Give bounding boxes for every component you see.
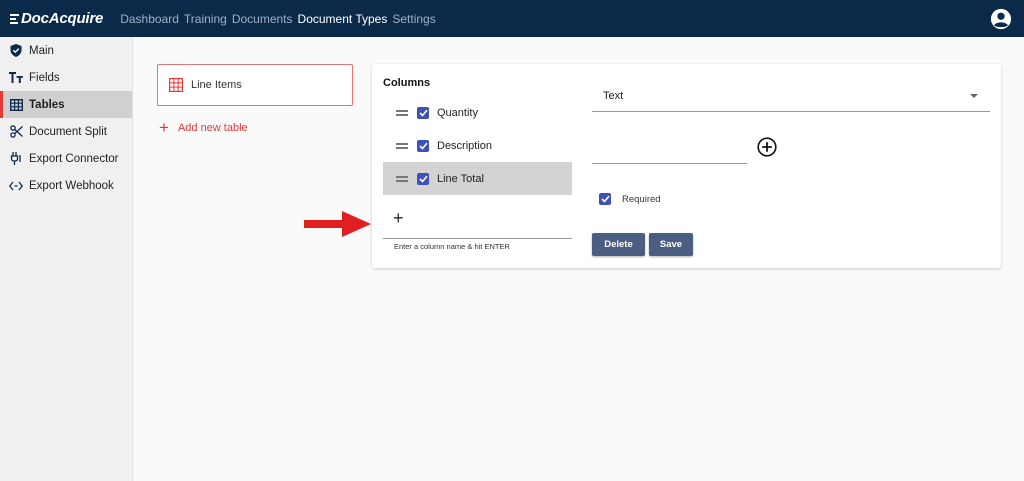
sidebar-item-fields[interactable]: Fields <box>0 64 132 91</box>
column-checkbox[interactable] <box>417 172 429 185</box>
column-row-quantity[interactable]: Quantity <box>383 96 572 129</box>
sidebar-item-export-webhook[interactable]: Export Webhook <box>0 172 132 199</box>
nav-document-types[interactable]: Document Types <box>298 12 388 26</box>
column-type-value: Text <box>603 90 624 102</box>
sidebar-item-document-split[interactable]: Document Split <box>0 118 132 145</box>
account-circle-icon[interactable] <box>990 8 1012 30</box>
column-row-description[interactable]: Description <box>383 129 572 162</box>
delete-button[interactable]: Delete <box>592 233 645 256</box>
text-format-icon <box>9 71 23 85</box>
sidebar-item-export-connector[interactable]: Export Connector <box>0 145 132 172</box>
drag-handle-icon[interactable] <box>396 142 408 149</box>
required-checkbox-box[interactable] <box>599 193 611 205</box>
column-label: Line Total <box>437 172 484 185</box>
sidebar-item-label: Document Split <box>29 125 107 138</box>
add-new-table-label: Add new table <box>177 122 248 134</box>
nav-training[interactable]: Training <box>184 12 227 26</box>
required-label: Required <box>622 193 661 205</box>
sidebar-item-label: Fields <box>29 71 60 84</box>
logo-speed-lines-icon <box>10 13 19 24</box>
new-column-hint: Enter a column name & hit ENTER <box>394 242 510 251</box>
table-editor-card: Columns Quantity Description Line Total … <box>372 64 1001 268</box>
sidebar-item-tables[interactable]: Tables <box>0 91 132 118</box>
scissors-icon <box>9 125 23 139</box>
top-bar: DocAcquire Dashboard Training Documents … <box>0 0 1024 37</box>
column-label: Description <box>437 139 493 152</box>
sidebar-item-label: Export Webhook <box>29 179 114 192</box>
sidebar: Main Fields Tables Document Split Export… <box>0 37 133 481</box>
code-brackets-icon <box>9 179 23 193</box>
nav-documents[interactable]: Documents <box>232 12 293 26</box>
add-new-table-button[interactable]: + Add new table <box>159 118 248 137</box>
sidebar-item-label: Main <box>29 44 54 57</box>
red-arrow-annotation-icon <box>304 211 371 237</box>
required-checkbox[interactable]: Required <box>599 193 661 205</box>
connector-icon <box>9 152 23 166</box>
column-type-select[interactable]: Text <box>592 81 990 112</box>
column-checkbox[interactable] <box>417 106 429 119</box>
save-button[interactable]: Save <box>649 233 693 256</box>
drag-handle-icon[interactable] <box>396 109 408 116</box>
nav-dashboard[interactable]: Dashboard <box>120 12 179 26</box>
column-label: Quantity <box>437 106 478 119</box>
plus-icon: + <box>159 118 169 137</box>
table-item-line-items[interactable]: Line Items <box>157 64 353 106</box>
sidebar-item-label: Tables <box>29 98 65 111</box>
sidebar-item-main[interactable]: Main <box>0 37 132 64</box>
column-checkbox[interactable] <box>417 139 429 152</box>
shield-check-icon <box>9 44 23 58</box>
table-item-label: Line Items <box>191 79 242 91</box>
column-row-line-total[interactable]: Line Total <box>383 162 572 195</box>
new-column-input[interactable] <box>383 204 572 239</box>
main-nav: Dashboard Training Documents Document Ty… <box>120 12 441 26</box>
drag-handle-icon[interactable] <box>396 175 408 182</box>
sidebar-item-label: Export Connector <box>29 152 119 165</box>
dropdown-caret-icon <box>970 94 978 98</box>
option-input[interactable] <box>592 134 747 164</box>
app-logo[interactable]: DocAcquire <box>10 10 103 27</box>
nav-settings[interactable]: Settings <box>392 12 435 26</box>
columns-title: Columns <box>383 77 431 89</box>
add-column-plus-icon[interactable]: + <box>393 209 404 227</box>
add-circle-icon[interactable] <box>757 137 777 157</box>
grid-table-icon <box>169 78 183 92</box>
table-icon <box>9 98 23 112</box>
logo-text: DocAcquire <box>21 10 104 27</box>
